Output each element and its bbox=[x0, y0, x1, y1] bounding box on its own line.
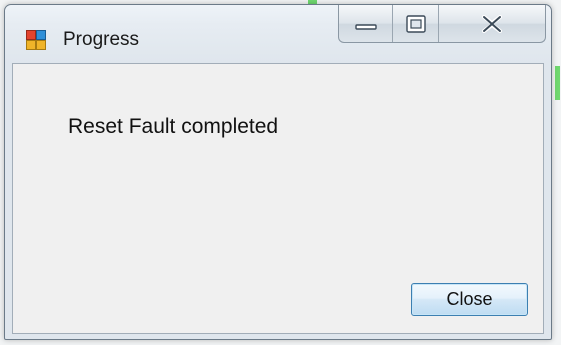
title-bar[interactable]: Progress bbox=[5, 5, 551, 63]
window-close-button[interactable] bbox=[439, 5, 545, 42]
background-streak bbox=[555, 66, 560, 100]
minimize-button[interactable] bbox=[339, 5, 393, 42]
close-icon bbox=[482, 14, 502, 33]
dialog-app-icon bbox=[26, 30, 46, 50]
close-button[interactable]: Close bbox=[411, 283, 528, 316]
maximize-icon bbox=[405, 14, 426, 33]
status-message: Reset Fault completed bbox=[68, 115, 279, 138]
window-title: Progress bbox=[63, 29, 140, 50]
caption-buttons bbox=[338, 5, 546, 43]
maximize-button[interactable] bbox=[393, 5, 439, 42]
progress-dialog: Progress Reset Fault completed Close bbox=[4, 4, 552, 340]
minimize-icon bbox=[354, 23, 377, 30]
dialog-content: Reset Fault completed Close bbox=[12, 63, 544, 334]
